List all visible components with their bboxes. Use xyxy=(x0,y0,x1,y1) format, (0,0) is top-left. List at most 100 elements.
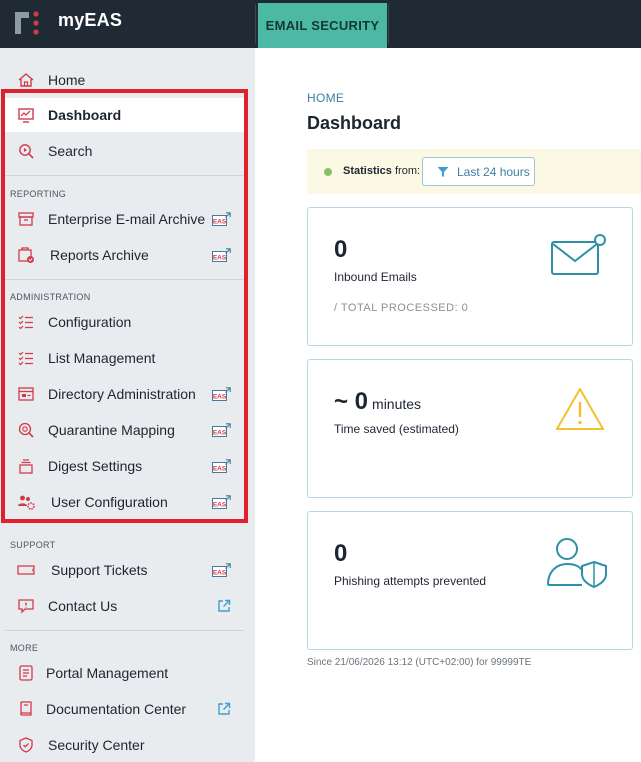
statistics-label-rest: from: xyxy=(391,165,421,177)
sidebar-item-label: Dashboard xyxy=(48,107,122,123)
svg-text:EAS: EAS xyxy=(213,466,227,473)
card-value-unit: minutes xyxy=(372,396,422,412)
sidebar-item-label: Documentation Center xyxy=(46,701,187,717)
top-bar: myEAS EMAIL SECURITY xyxy=(0,0,641,48)
sidebar-item-list-management[interactable]: List Management xyxy=(5,341,244,375)
inbound-emails-card: 0 Inbound Emails / TOTAL PROCESSED: 0 xyxy=(307,207,633,346)
sidebar-item-support-tickets[interactable]: Support Tickets EAS xyxy=(5,553,244,587)
sidebar: Home Dashboard Search REPORTING Enterpri… xyxy=(0,48,255,762)
section-title-more: MORE xyxy=(10,643,39,653)
svg-text:EAS: EAS xyxy=(213,430,227,437)
ticket-icon xyxy=(17,565,35,575)
section-divider xyxy=(5,279,244,280)
sidebar-item-security-center[interactable]: Security Center xyxy=(5,728,244,762)
sidebar-item-contact-us[interactable]: Contact Us xyxy=(5,589,244,623)
statistics-since-text: Since 21/06/2026 13:12 (UTC+02:00) for 9… xyxy=(307,657,532,668)
sidebar-item-label: Configuration xyxy=(48,314,132,330)
reports-archive-icon xyxy=(18,247,34,263)
breadcrumb[interactable]: HOME xyxy=(307,91,344,105)
warning-icon xyxy=(556,388,604,430)
sidebar-item-enterprise-email-archive[interactable]: Enterprise E-mail Archive EAS xyxy=(5,202,244,236)
user-shield-icon xyxy=(547,538,607,588)
sidebar-item-user-configuration[interactable]: User Configuration EAS xyxy=(5,485,244,519)
sidebar-item-label: Reports Archive xyxy=(50,247,149,263)
sidebar-item-label: Search xyxy=(48,143,93,159)
sidebar-item-configuration[interactable]: Configuration xyxy=(5,305,244,339)
brand-logo-icon[interactable] xyxy=(12,8,42,38)
eas-external-icon: EAS xyxy=(212,212,231,226)
external-link-icon xyxy=(218,599,231,612)
sidebar-item-label: Quarantine Mapping xyxy=(48,422,175,438)
directory-window-icon xyxy=(18,387,34,401)
sidebar-item-directory-administration[interactable]: Directory Administration EAS xyxy=(5,377,244,411)
quarantine-search-icon xyxy=(18,422,34,438)
statistics-label-bold: Statistics xyxy=(343,165,392,177)
external-link-icon xyxy=(218,702,231,715)
archive-box-icon xyxy=(18,212,34,226)
checklist-icon xyxy=(18,315,33,330)
svg-text:EAS: EAS xyxy=(213,394,227,401)
svg-text:EAS: EAS xyxy=(213,570,227,577)
eas-external-icon: EAS xyxy=(212,495,231,509)
svg-text:EAS: EAS xyxy=(213,502,227,509)
section-title-support: SUPPORT xyxy=(10,540,56,550)
status-dot-icon xyxy=(324,168,332,176)
users-gear-icon xyxy=(18,495,35,510)
svg-text:EAS: EAS xyxy=(213,255,227,262)
sidebar-item-search[interactable]: Search xyxy=(5,134,244,168)
total-processed-label: / TOTAL PROCESSED: 0 xyxy=(334,302,469,314)
sidebar-item-label: Portal Management xyxy=(46,665,169,681)
sidebar-item-digest-settings[interactable]: Digest Settings EAS xyxy=(5,449,244,483)
portal-icon xyxy=(19,665,33,681)
section-divider xyxy=(5,630,244,631)
card-value: 0 xyxy=(334,540,348,567)
divider xyxy=(388,4,389,44)
sidebar-item-label: Enterprise E-mail Archive xyxy=(48,211,206,227)
divider xyxy=(255,4,256,44)
sidebar-item-label: Contact Us xyxy=(48,598,118,614)
sidebar-item-label: User Configuration xyxy=(51,494,168,510)
card-value: 0 xyxy=(334,236,348,263)
tab-email-security[interactable]: EMAIL SECURITY xyxy=(258,3,387,48)
eas-external-icon: EAS xyxy=(212,563,231,577)
time-saved-card: ~ 0 minutes Time saved (estimated) xyxy=(307,359,633,498)
page-title: Dashboard xyxy=(307,113,402,133)
sidebar-item-home[interactable]: Home xyxy=(5,63,244,97)
eas-external-icon: EAS xyxy=(212,459,231,473)
statistics-bar: Statistics from: Last 24 hours xyxy=(307,149,641,194)
app-name[interactable]: myEAS xyxy=(58,10,122,31)
book-icon xyxy=(20,701,32,716)
checklist-icon xyxy=(18,351,33,366)
card-value-number: ~ 0 xyxy=(334,388,369,415)
sidebar-item-label: Security Center xyxy=(48,737,145,753)
eas-external-icon: EAS xyxy=(212,248,231,262)
sidebar-item-label: Support Tickets xyxy=(51,562,148,578)
dashboard-chart-icon xyxy=(18,108,34,123)
card-label: Phishing attempts prevented xyxy=(334,574,487,588)
sidebar-item-portal-management[interactable]: Portal Management xyxy=(5,656,244,690)
statistics-label: Statistics from: xyxy=(343,165,420,177)
phishing-prevented-card: 0 Phishing attempts prevented xyxy=(307,511,633,650)
main-content: HOME Dashboard Statistics from: Last 24 … xyxy=(255,48,641,762)
sidebar-item-label: Home xyxy=(48,72,86,88)
card-value: ~ 0 minutes xyxy=(334,388,421,416)
sidebar-item-reports-archive[interactable]: Reports Archive EAS xyxy=(5,238,244,272)
sidebar-item-label: Digest Settings xyxy=(48,458,143,474)
sidebar-item-label: Directory Administration xyxy=(48,386,196,402)
chat-bubble-icon xyxy=(18,599,34,614)
sidebar-item-label: List Management xyxy=(48,350,156,366)
eas-external-icon: EAS xyxy=(212,423,231,437)
sidebar-item-documentation-center[interactable]: Documentation Center xyxy=(5,692,244,726)
card-label: Time saved (estimated) xyxy=(334,422,459,436)
sidebar-item-quarantine-mapping[interactable]: Quarantine Mapping EAS xyxy=(5,413,244,447)
sidebar-item-dashboard[interactable]: Dashboard xyxy=(5,98,244,132)
eas-external-icon: EAS xyxy=(212,387,231,401)
time-range-filter-button[interactable]: Last 24 hours xyxy=(422,157,535,186)
filter-funnel-icon xyxy=(437,167,449,177)
home-icon xyxy=(18,73,34,87)
shield-check-icon xyxy=(19,737,33,753)
section-title-reporting: REPORTING xyxy=(10,189,67,199)
section-title-administration: ADMINISTRATION xyxy=(10,292,91,302)
envelope-icon xyxy=(551,234,606,275)
section-divider xyxy=(5,175,244,176)
